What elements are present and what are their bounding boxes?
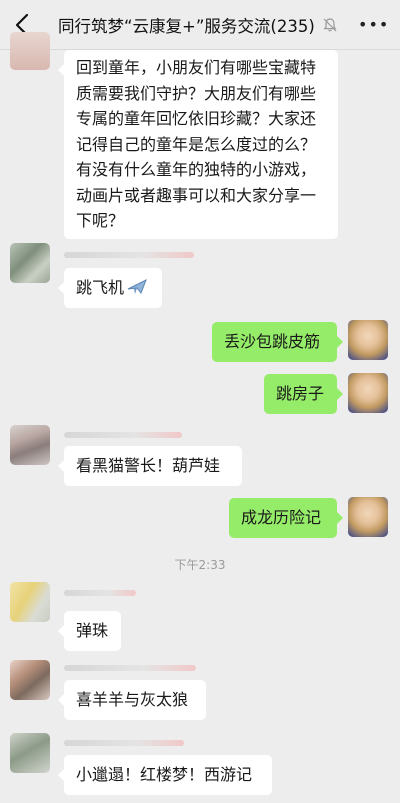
message-text: 喜羊羊与灰太狼 xyxy=(76,690,189,709)
nickname-blurred xyxy=(64,665,196,671)
nickname-blurred xyxy=(64,590,136,596)
nickname-blurred xyxy=(64,252,194,258)
message-bubble[interactable]: 跳房子 xyxy=(264,374,343,414)
message-text: 看黑猫警长！葫芦娃 xyxy=(76,456,221,475)
avatar[interactable] xyxy=(10,582,50,622)
avatar[interactable] xyxy=(10,660,50,700)
message-line: 记得自己的童年是怎么度过的么？ xyxy=(76,134,317,154)
timestamp: 下午2:33 xyxy=(174,558,226,572)
message-text: 丢沙包跳皮筋 xyxy=(224,332,321,351)
nickname-blurred xyxy=(64,740,184,746)
message-bubble[interactable]: 喜羊羊与灰太狼 xyxy=(58,680,206,720)
avatar[interactable] xyxy=(348,373,388,413)
message-text: 跳飞机 xyxy=(76,278,125,297)
message-bubble[interactable]: 看黑猫警长！葫芦娃 xyxy=(58,446,242,486)
message-bubble[interactable]: 丢沙包跳皮筋 xyxy=(212,322,343,362)
avatar[interactable] xyxy=(348,320,388,360)
message-line: 有没有什么童年的独特的小游戏， xyxy=(76,160,317,179)
message-text: 跳房子 xyxy=(276,384,325,403)
avatar[interactable] xyxy=(10,243,50,283)
message-line: 下呢？ xyxy=(76,211,125,230)
nickname-blurred xyxy=(64,432,182,438)
bell-off-icon xyxy=(323,18,337,32)
message-text: 弹珠 xyxy=(76,621,109,640)
message-bubble[interactable]: 弹珠 xyxy=(58,611,121,651)
message-line: 回到童年，小朋友们有哪些宝藏特 xyxy=(76,58,317,77)
message-line: 质需要我们守护？大朋友们有哪些 xyxy=(76,83,317,103)
message-text: 成龙历险记 xyxy=(241,508,322,527)
message-line: 专属的童年回忆依旧珍藏？大家还 xyxy=(76,109,317,128)
airplane-icon xyxy=(127,278,147,294)
avatar[interactable] xyxy=(10,733,50,773)
message-text: 小邋遢！红楼梦！西游记 xyxy=(76,765,253,784)
message-bubble[interactable]: 小邋遢！红楼梦！西游记 xyxy=(58,755,272,795)
message-bubble[interactable]: 跳飞机 xyxy=(58,268,162,308)
message-line: 动画片或者趣事可以和大家分享一 xyxy=(76,185,317,205)
chat-header: 同行筑梦“云康复+”服务交流(235) ••• xyxy=(0,0,400,50)
more-dots-icon[interactable]: ••• xyxy=(358,17,389,33)
avatar[interactable] xyxy=(10,425,50,465)
avatar[interactable] xyxy=(10,32,50,70)
message-bubble[interactable]: 成龙历险记 xyxy=(229,498,343,538)
message-bubble[interactable]: 回到童年，小朋友们有哪些宝藏特 质需要我们守护？大朋友们有哪些 专属的童年回忆依… xyxy=(58,50,338,239)
avatar[interactable] xyxy=(348,497,388,537)
chat-title[interactable]: 同行筑梦“云康复+”服务交流(235) xyxy=(58,13,328,37)
